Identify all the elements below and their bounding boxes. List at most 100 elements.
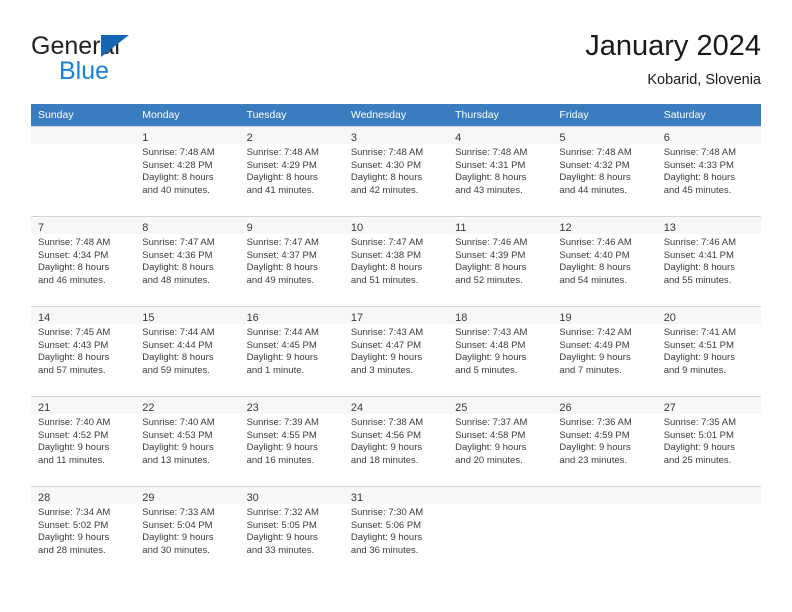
day-number: 5 <box>559 132 566 144</box>
daylight-text-line2: and 43 minutes. <box>455 184 523 196</box>
sunset-text: Sunset: 5:06 PM <box>350 519 422 531</box>
day-cell[interactable] <box>656 486 761 576</box>
sunset-text: Sunset: 4:32 PM <box>559 159 630 171</box>
sunset-text: Sunset: 4:28 PM <box>142 159 213 171</box>
sunrise-text: Sunrise: 7:30 AM <box>350 507 424 518</box>
calendar-header-row: Sunday Monday Tuesday Wednesday Thursday… <box>31 104 761 126</box>
day-cell[interactable]: 30 Sunrise: 7:32 AM Sunset: 5:05 PM Dayligh… <box>239 486 344 576</box>
sunset-text: Sunset: 5:05 PM <box>246 519 317 531</box>
day-number: 24 <box>350 402 364 414</box>
day-cell[interactable]: 12 Sunrise: 7:46 AM Sunset: 4:40 PM Dayligh… <box>552 216 657 306</box>
day-cell[interactable]: 23 Sunrise: 7:39 AM Sunset: 4:55 PM Dayligh… <box>239 396 344 486</box>
day-cell[interactable]: 10 Sunrise: 7:47 AM Sunset: 4:38 PM Dayligh… <box>343 216 449 306</box>
day-number: 8 <box>142 222 149 234</box>
sunset-text: Sunset: 4:51 PM <box>663 339 734 351</box>
day-cell[interactable]: 19 Sunrise: 7:42 AM Sunset: 4:49 PM Dayligh… <box>552 306 657 396</box>
daylight-text-line1: Daylight: 9 hours <box>246 532 318 544</box>
day-cell[interactable]: 13 Sunrise: 7:46 AM Sunset: 4:41 PM Dayligh… <box>656 216 761 306</box>
day-cell[interactable]: 9 Sunrise: 7:47 AM Sunset: 4:37 PM Daylight… <box>239 216 344 306</box>
calendar-table: Sunday Monday Tuesday Wednesday Thursday… <box>31 104 761 576</box>
day-number: 30 <box>246 492 259 504</box>
sunrise-text: Sunrise: 7:43 AM <box>455 327 528 338</box>
sunset-text: Sunset: 4:43 PM <box>38 339 109 351</box>
sunrise-text: Sunrise: 7:46 AM <box>663 237 737 248</box>
day-cell[interactable]: 27 Sunrise: 7:35 AM Sunset: 5:01 PM Dayligh… <box>656 396 761 486</box>
day-number: 10 <box>350 222 364 234</box>
day-number: 14 <box>38 312 51 324</box>
day-number: 25 <box>455 402 468 414</box>
daylight-text-line1: Daylight: 8 hours <box>559 172 631 184</box>
day-number: 21 <box>38 402 51 414</box>
daylight-text-line1: Daylight: 8 hours <box>38 262 110 274</box>
sunrise-text: Sunrise: 7:35 AM <box>663 417 737 428</box>
day-cell[interactable]: 8 Sunrise: 7:47 AM Sunset: 4:36 PM Daylight… <box>135 216 240 306</box>
day-number: 31 <box>350 492 364 504</box>
sunset-text: Sunset: 4:41 PM <box>663 249 734 261</box>
day-cell[interactable]: 17 Sunrise: 7:43 AM Sunset: 4:47 PM Dayligh… <box>343 306 449 396</box>
day-cell[interactable]: 21 Sunrise: 7:40 AM Sunset: 4:52 PM Dayligh… <box>31 396 136 486</box>
day-number: 2 <box>246 132 253 144</box>
daylight-text-line2: and 40 minutes. <box>142 184 210 196</box>
day-cell[interactable]: 11 Sunrise: 7:46 AM Sunset: 4:39 PM Dayligh… <box>448 216 553 306</box>
day-number: 7 <box>38 222 45 234</box>
logo-text-blue: Blue <box>59 57 110 85</box>
daylight-text-line1: Daylight: 9 hours <box>559 442 631 454</box>
day-cell[interactable]: 7 Sunrise: 7:48 AM Sunset: 4:34 PM Daylight… <box>31 216 136 306</box>
day-cell[interactable]: 18 Sunrise: 7:43 AM Sunset: 4:48 PM Dayligh… <box>448 306 553 396</box>
day-cell[interactable]: 20 Sunrise: 7:41 AM Sunset: 4:51 PM Dayligh… <box>656 306 761 396</box>
day-number: 11 <box>455 222 467 234</box>
calendar-page: General Blue January 2024 Kobarid, Slove… <box>0 0 792 612</box>
daylight-text-line2: and 30 minutes. <box>142 544 210 556</box>
sunset-text: Sunset: 4:39 PM <box>455 249 526 261</box>
day-cell[interactable] <box>448 486 553 576</box>
day-number: 12 <box>559 222 572 234</box>
sunrise-text: Sunrise: 7:47 AM <box>350 237 424 248</box>
day-cell[interactable]: 25 Sunrise: 7:37 AM Sunset: 4:58 PM Dayligh… <box>448 396 553 486</box>
sunrise-text: Sunrise: 7:41 AM <box>663 327 737 338</box>
sunrise-text: Sunrise: 7:44 AM <box>142 327 215 338</box>
page-header: General Blue January 2024 Kobarid, Slove… <box>31 28 761 98</box>
sunset-text: Sunset: 4:49 PM <box>559 339 630 351</box>
daylight-text-line2: and 45 minutes. <box>663 184 732 196</box>
daylight-text-line1: Daylight: 9 hours <box>246 442 318 454</box>
sunset-text: Sunset: 4:55 PM <box>246 429 317 441</box>
day-cell[interactable]: 22 Sunrise: 7:40 AM Sunset: 4:53 PM Dayligh… <box>135 396 240 486</box>
daylight-text-line1: Daylight: 8 hours <box>142 172 214 184</box>
day-cell[interactable]: 2 Sunrise: 7:48 AM Sunset: 4:29 PM Daylight… <box>239 126 344 216</box>
day-cell[interactable]: 26 Sunrise: 7:36 AM Sunset: 4:59 PM Dayligh… <box>552 396 657 486</box>
day-cell[interactable]: 5 Sunrise: 7:48 AM Sunset: 4:32 PM Daylight… <box>552 126 657 216</box>
day-cell[interactable]: 14 Sunrise: 7:45 AM Sunset: 4:43 PM Dayligh… <box>31 306 136 396</box>
sunrise-text: Sunrise: 7:40 AM <box>142 417 215 428</box>
sunrise-text: Sunrise: 7:43 AM <box>350 327 424 338</box>
day-cell[interactable] <box>552 486 657 576</box>
daylight-text-line2: and 51 minutes. <box>350 274 419 286</box>
title-block: January 2024 Kobarid, Slovenia <box>585 28 761 90</box>
day-cell[interactable]: 16 Sunrise: 7:44 AM Sunset: 4:45 PM Dayligh… <box>239 306 344 396</box>
weekday-header-saturday: Saturday <box>656 104 761 126</box>
day-cell[interactable]: 3 Sunrise: 7:48 AM Sunset: 4:30 PM Daylight… <box>343 126 449 216</box>
day-cell[interactable]: 29 Sunrise: 7:33 AM Sunset: 5:04 PM Dayligh… <box>135 486 240 576</box>
day-cell[interactable]: 24 Sunrise: 7:38 AM Sunset: 4:56 PM Dayligh… <box>343 396 449 486</box>
weekday-header-friday: Friday <box>552 104 657 126</box>
daylight-text-line2: and 57 minutes. <box>38 364 106 376</box>
day-cell[interactable] <box>31 126 136 216</box>
day-cell[interactable]: 31 Sunrise: 7:30 AM Sunset: 5:06 PM Dayligh… <box>343 486 449 576</box>
daylight-text-line1: Daylight: 8 hours <box>246 172 318 184</box>
sunset-text: Sunset: 4:33 PM <box>663 159 734 171</box>
day-cell[interactable]: 28 Sunrise: 7:34 AM Sunset: 5:02 PM Dayligh… <box>31 486 136 576</box>
day-cell[interactable]: 15 Sunrise: 7:44 AM Sunset: 4:44 PM Dayligh… <box>135 306 240 396</box>
sunrise-text: Sunrise: 7:42 AM <box>559 327 632 338</box>
general-blue-logo[interactable]: General Blue <box>31 32 261 94</box>
daylight-text-line2: and 3 minutes. <box>350 364 414 376</box>
daylight-text-line2: and 49 minutes. <box>246 274 315 286</box>
day-cell[interactable]: 1 Sunrise: 7:48 AM Sunset: 4:28 PM Daylight… <box>135 126 240 216</box>
day-cell[interactable]: 4 Sunrise: 7:48 AM Sunset: 4:31 PM Daylight… <box>448 126 553 216</box>
sunrise-text: Sunrise: 7:44 AM <box>246 327 319 338</box>
sunrise-text: Sunrise: 7:46 AM <box>455 237 528 248</box>
sunrise-text: Sunrise: 7:32 AM <box>246 507 319 518</box>
daylight-text-line1: Daylight: 8 hours <box>455 172 527 184</box>
daylight-text-line2: and 11 minutes. <box>38 454 105 466</box>
sunset-text: Sunset: 4:52 PM <box>38 429 109 441</box>
sunset-text: Sunset: 4:53 PM <box>142 429 213 441</box>
day-cell[interactable]: 6 Sunrise: 7:48 AM Sunset: 4:33 PM Daylight… <box>656 126 761 216</box>
